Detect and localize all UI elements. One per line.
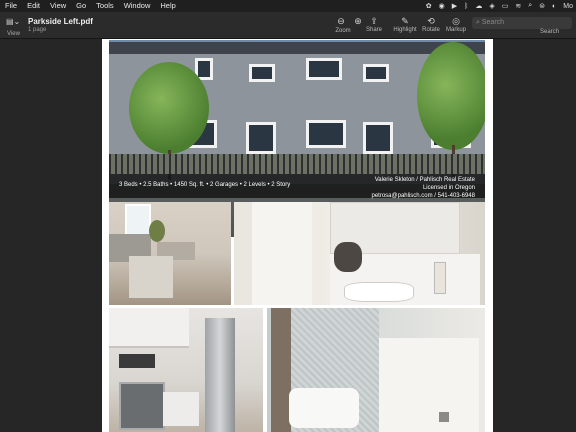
living-room-photo (109, 202, 231, 305)
menu-item-file[interactable]: File (5, 0, 17, 12)
upper-cabinets-shape (109, 308, 189, 348)
menu-item-window[interactable]: Window (124, 0, 151, 12)
window (249, 64, 275, 82)
sidebar-toggle-button[interactable]: ▤⌄ View (6, 17, 21, 37)
shower-photo (267, 308, 485, 432)
document-title: Parkside Left.pdf (28, 17, 93, 26)
window (306, 58, 342, 80)
shower-valve-shape (439, 412, 449, 422)
dropbox-icon[interactable]: ◈ (489, 2, 494, 10)
tree-left (129, 62, 209, 154)
markup-button[interactable]: ◎ Markup (441, 15, 471, 33)
toolbar: ▤⌄ View Parkside Left.pdf 1 page ⊖ ⊕ Zoo… (0, 12, 576, 39)
markup-icon: ◎ (452, 16, 460, 26)
coffee-table-shape (129, 256, 173, 298)
tree-right (417, 42, 485, 150)
play-icon[interactable]: ▶ (452, 2, 457, 10)
decor-shape (334, 242, 362, 272)
bluetooth-icon[interactable]: ᛒ (464, 3, 468, 10)
menu-item-help[interactable]: Help (160, 0, 175, 12)
spotlight-icon[interactable]: ⌕ (528, 2, 532, 10)
zoom-label: Zoom (335, 28, 351, 34)
sidebar-icon: ▤⌄ (6, 17, 21, 26)
share-label: Share (365, 27, 382, 33)
view-label: View (7, 31, 20, 37)
refrigerator-shape (205, 318, 235, 432)
plant-shape (149, 220, 165, 242)
record-icon[interactable]: ◉ (439, 2, 445, 10)
menu-item-view[interactable]: View (50, 0, 66, 12)
window (246, 122, 276, 154)
share-icon: ⇪ (370, 16, 378, 26)
menu-item-edit[interactable]: Edit (27, 0, 40, 12)
menu-item-tools[interactable]: Tools (96, 0, 114, 12)
door-shape (252, 202, 312, 305)
highlight-label: Highlight (393, 27, 417, 33)
agent-name: Valerie Skleton / Pahlisch Real Estate (374, 177, 475, 183)
property-specs: 3 Beds • 2.5 Baths • 1450 Sq. ft. • 2 Ga… (119, 182, 291, 188)
lower-cabinets-shape (163, 392, 199, 426)
search-input[interactable]: ⌕ Search (472, 17, 572, 29)
bathroom-vanity-photo (234, 202, 485, 305)
window (363, 64, 389, 82)
agent-contact: petrosa@pahlisch.com / 541-403-6948 (371, 193, 476, 199)
battery-icon[interactable]: ▭ (502, 2, 509, 10)
page-count: 1 page (28, 27, 47, 33)
clock-text[interactable]: Mo (563, 3, 573, 10)
menu-item-go[interactable]: Go (76, 0, 86, 12)
oven-range-shape (119, 382, 165, 430)
menu-bar: File Edit View Go Tools Window Help ✿ ◉ … (0, 0, 576, 12)
window (306, 120, 346, 148)
search-placeholder: Search (481, 19, 505, 26)
agent-info: Valerie Skleton / Pahlisch Real Estate L… (372, 176, 476, 200)
markup-label: Markup (445, 27, 466, 33)
siri-icon[interactable]: ◐ (552, 3, 556, 10)
fence (109, 154, 485, 174)
cloud-icon[interactable]: ☁ (475, 2, 482, 10)
window (363, 122, 393, 154)
share-button[interactable]: ⇪ Share (359, 15, 389, 33)
soap-bottle-shape (434, 262, 446, 294)
towel-shape (289, 388, 359, 428)
flyer-caption: 3 Beds • 2.5 Baths • 1450 Sq. ft. • 2 Ga… (109, 174, 485, 200)
status-area: ✿ ◉ ▶ ᛒ ☁ ◈ ▭ ≋ ⌕ ⊜ ◐ Mo (426, 0, 576, 12)
search-label: Search (540, 29, 560, 35)
wifi-icon[interactable]: ≋ (515, 2, 521, 10)
sink-shape (344, 282, 414, 302)
creative-cloud-icon[interactable]: ✿ (426, 2, 432, 10)
control-center-icon[interactable]: ⊜ (539, 2, 545, 10)
kitchen-photo (109, 308, 263, 432)
search-icon: ⌕ (476, 19, 480, 26)
shower-wall-shape (379, 338, 479, 432)
agent-license: Licensed in Oregon (422, 185, 475, 191)
rotate-label: Rotate (422, 27, 440, 33)
microwave-shape (119, 354, 155, 368)
pdf-page[interactable]: 3 Beds • 2.5 Baths • 1450 Sq. ft. • 2 Ga… (102, 39, 493, 432)
door-frame-shape (271, 308, 291, 432)
